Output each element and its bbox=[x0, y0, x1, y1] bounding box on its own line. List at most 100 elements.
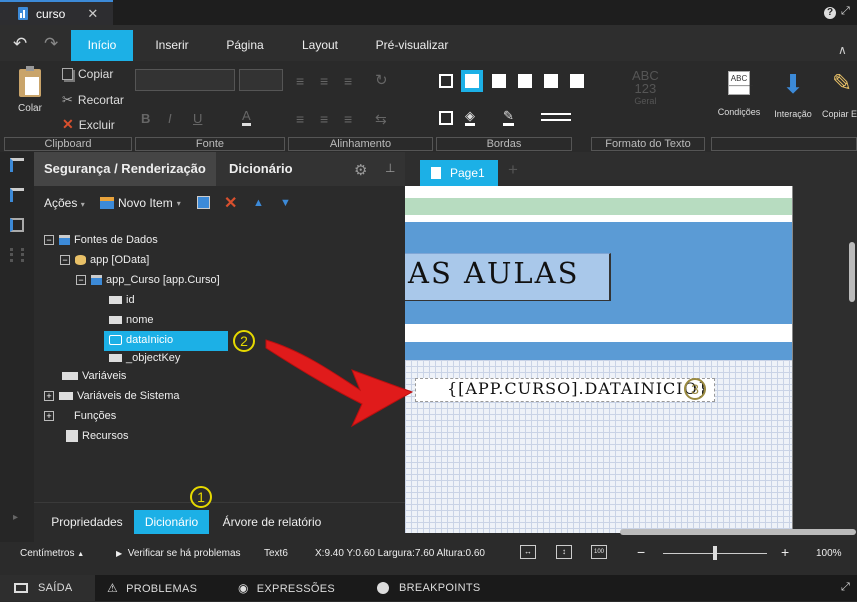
data-tree-icon[interactable] bbox=[10, 188, 24, 202]
add-page-button[interactable]: + bbox=[508, 160, 518, 180]
collapse-icon[interactable]: − bbox=[76, 275, 86, 286]
tab-saida[interactable]: SAÍDA bbox=[0, 575, 95, 601]
units-label: Centímetros bbox=[20, 548, 75, 559]
collapse-ribbon-icon[interactable]: ∧ bbox=[838, 43, 847, 57]
align-left-icon[interactable]: ≡ bbox=[296, 73, 304, 89]
zoom-slider-thumb[interactable] bbox=[713, 546, 717, 560]
gear-icon[interactable]: ⚙ bbox=[354, 161, 367, 179]
tab-inicio[interactable]: Início bbox=[71, 30, 133, 61]
interaction-button[interactable]: ⬇ Interação bbox=[770, 71, 816, 119]
font-name-combo[interactable] bbox=[135, 69, 235, 91]
border-bottom-icon[interactable] bbox=[518, 74, 532, 88]
align-middle-icon[interactable]: ≡ bbox=[320, 111, 328, 127]
border-box-icon[interactable] bbox=[439, 111, 453, 125]
rotate-text-icon[interactable]: ↻ bbox=[375, 71, 388, 89]
tree-item-fontes-de-dados[interactable]: − Fontes de Dados bbox=[44, 234, 158, 246]
actual-size-icon[interactable]: 100 bbox=[591, 545, 607, 559]
zoom-in-button[interactable]: + bbox=[781, 544, 789, 560]
tree-item-app-odata[interactable]: − app [OData] bbox=[60, 254, 149, 266]
tree-label: Funções bbox=[74, 410, 117, 422]
align-bottom-icon[interactable]: ≡ bbox=[344, 111, 352, 127]
components-icon[interactable] bbox=[10, 218, 24, 232]
tree-item-variaveis-sistema[interactable]: + Variáveis de Sistema bbox=[44, 390, 180, 402]
tree-item-variaveis[interactable]: Variáveis bbox=[62, 370, 126, 382]
redo-icon[interactable]: ↷ bbox=[44, 34, 58, 54]
check-issues-label: Verificar se há problemas bbox=[127, 548, 241, 559]
report-tree-icon[interactable] bbox=[10, 158, 24, 172]
delete-icon[interactable]: ✕ bbox=[224, 193, 237, 213]
copy-style-button[interactable]: ✎ Copiar E bbox=[822, 71, 857, 119]
underline-icon[interactable]: U bbox=[193, 111, 202, 126]
align-center-icon[interactable]: ≡ bbox=[320, 73, 328, 89]
tab-pre-visualizar[interactable]: Pré-visualizar bbox=[363, 33, 461, 59]
border-selected-icon[interactable] bbox=[461, 70, 483, 92]
word-wrap-icon[interactable]: ⇆ bbox=[375, 111, 387, 128]
font-color-icon[interactable]: A bbox=[242, 109, 251, 126]
tab-dicionario-top[interactable]: Dicionário bbox=[219, 152, 293, 186]
tree-item-app-curso[interactable]: − app_Curso [app.Curso] bbox=[76, 274, 220, 286]
tab-pagina[interactable]: Página bbox=[214, 33, 276, 59]
maximize-panel-icon[interactable]: ⤢ bbox=[841, 581, 850, 594]
tree-item-objectkey[interactable]: _objectKey bbox=[106, 352, 180, 364]
border-left-icon[interactable] bbox=[544, 74, 558, 88]
collapse-icon[interactable]: − bbox=[44, 235, 54, 246]
italic-icon[interactable]: I bbox=[168, 111, 172, 126]
expand-icon[interactable]: ⤢ bbox=[841, 5, 850, 18]
tab-inserir[interactable]: Inserir bbox=[142, 33, 202, 59]
collapse-icon[interactable]: − bbox=[60, 255, 70, 266]
text-format-preview[interactable]: ABC 123 Geral bbox=[632, 69, 659, 108]
tab-problemas[interactable]: ⚠ PROBLEMAS bbox=[107, 575, 197, 601]
tree-item-funcoes[interactable]: + Funções bbox=[44, 410, 116, 422]
tree-item-datainicio[interactable]: dataInicio bbox=[106, 334, 173, 346]
close-tab-icon[interactable]: ✕ bbox=[87, 6, 98, 22]
border-top-icon[interactable] bbox=[492, 74, 506, 88]
page-tab[interactable]: Page1 bbox=[420, 160, 498, 186]
expand-icon[interactable]: + bbox=[44, 391, 54, 402]
paste-button[interactable]: Colar bbox=[12, 66, 48, 119]
fit-width-icon[interactable]: ↔ bbox=[520, 545, 536, 559]
component-name: Text6 bbox=[264, 548, 288, 559]
report-page[interactable]: AS AULAS {[APP.CURSO].DATAINICIO} bbox=[405, 186, 793, 533]
toolbox-icon[interactable] bbox=[10, 248, 24, 262]
tab-dicionario[interactable]: Dicionário bbox=[134, 510, 209, 534]
move-up-icon[interactable]: ▲ bbox=[253, 197, 264, 209]
border-right-icon[interactable] bbox=[570, 74, 584, 88]
vertical-scrollbar[interactable] bbox=[849, 242, 855, 302]
pin-icon[interactable]: ⊥ bbox=[385, 161, 395, 175]
expand-icon[interactable]: + bbox=[44, 411, 54, 422]
undo-icon[interactable]: ↶ bbox=[13, 34, 27, 54]
tab-propriedades[interactable]: Propriedades bbox=[42, 510, 132, 534]
tree-item-nome[interactable]: nome bbox=[106, 314, 154, 326]
conditions-button[interactable]: ABC ——— Condições bbox=[716, 71, 762, 117]
tab-breakpoints[interactable]: BREAKPOINTS bbox=[377, 575, 481, 601]
copy-button[interactable]: Copiar bbox=[62, 67, 113, 81]
fit-height-icon[interactable]: ↕ bbox=[556, 545, 572, 559]
border-color-icon[interactable]: ✎ bbox=[503, 109, 514, 126]
new-item-menu[interactable]: Novo Item ▾ bbox=[100, 196, 181, 210]
border-style-icon[interactable] bbox=[541, 113, 571, 121]
border-all-icon[interactable] bbox=[439, 74, 453, 88]
align-top-icon[interactable]: ≡ bbox=[296, 111, 304, 127]
align-right-icon[interactable]: ≡ bbox=[344, 73, 352, 89]
cut-button[interactable]: ✂ Recortar bbox=[62, 92, 124, 108]
move-down-icon[interactable]: ▼ bbox=[280, 197, 291, 209]
document-tab[interactable]: curso ✕ bbox=[0, 0, 113, 25]
tree-item-id[interactable]: id bbox=[106, 294, 135, 306]
zoom-out-button[interactable]: − bbox=[637, 544, 645, 560]
delete-button[interactable]: ✕ Excluir bbox=[62, 116, 115, 133]
expand-strip-icon[interactable]: ▸ bbox=[13, 512, 18, 523]
tab-seguranca-renderizacao[interactable]: Segurança / Renderização bbox=[34, 152, 216, 186]
horizontal-scrollbar[interactable] bbox=[620, 529, 856, 535]
fill-color-icon[interactable]: ◈ bbox=[465, 109, 475, 126]
check-issues-button[interactable]: ▶ Verificar se há problemas bbox=[116, 548, 241, 559]
tree-item-recursos[interactable]: Recursos bbox=[62, 430, 128, 443]
edit-icon[interactable] bbox=[197, 196, 210, 209]
font-size-combo[interactable] bbox=[239, 69, 283, 91]
tab-layout[interactable]: Layout bbox=[289, 33, 351, 59]
tab-arvore-relatorio[interactable]: Árvore de relatório bbox=[216, 510, 328, 534]
bold-icon[interactable]: B bbox=[141, 111, 150, 126]
units-selector[interactable]: Centímetros ▲ bbox=[20, 548, 84, 559]
actions-menu[interactable]: Ações ▾ bbox=[44, 196, 85, 210]
tab-expressoes[interactable]: ◉ EXPRESSÕES bbox=[238, 575, 335, 601]
help-icon[interactable]: ? bbox=[824, 7, 836, 19]
